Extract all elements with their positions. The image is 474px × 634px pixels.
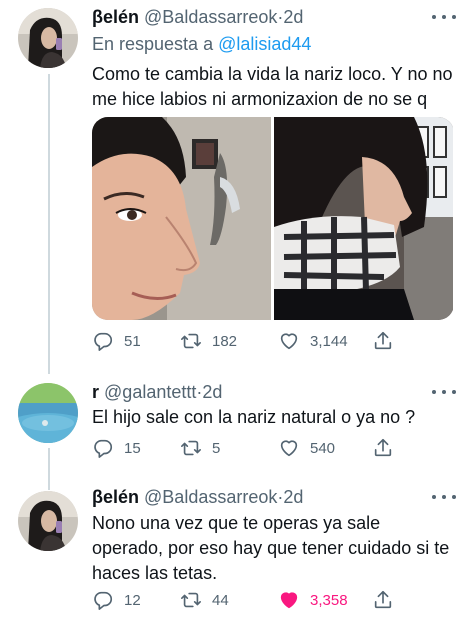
reply-context: En respuesta a @lalisiad44 (92, 33, 311, 55)
retweet-count: 5 (212, 439, 221, 457)
retweet-button[interactable]: 182 (180, 330, 237, 352)
retweet-button[interactable]: 5 (180, 437, 220, 459)
tweet-text: Como te cambia la vida la nariz loco. Y … (92, 62, 458, 112)
like-button[interactable]: 3,358 (278, 589, 348, 611)
reply-mention-link[interactable]: @lalisiad44 (218, 34, 311, 54)
user-handle[interactable]: @galantettt (104, 382, 196, 402)
heart-icon (280, 592, 298, 609)
share-button[interactable] (372, 330, 394, 352)
share-icon (374, 331, 392, 350)
photo-profile-left[interactable] (92, 117, 271, 320)
tweet-text-line: haces las tetas. (92, 563, 218, 583)
tweet-header: βelén @Baldassarreok·2d (92, 6, 434, 28)
more-icon[interactable] (432, 490, 456, 504)
tweet-text-line: operado, por eso hay que tener cuidado s… (92, 538, 450, 558)
tweet-media[interactable] (92, 117, 454, 320)
more-icon[interactable] (432, 10, 456, 24)
reply-button[interactable]: 12 (92, 589, 141, 611)
tweet-header: r @galantettt·2d (92, 381, 434, 403)
more-icon[interactable] (432, 385, 456, 399)
retweet-count: 44 (212, 591, 229, 609)
avatar[interactable] (18, 8, 78, 68)
retweet-icon (181, 592, 201, 608)
timestamp[interactable]: 2d (283, 487, 303, 507)
like-button[interactable]: 3,144 (278, 330, 348, 352)
reply-button[interactable]: 51 (92, 330, 141, 352)
like-count: 3,144 (310, 332, 348, 350)
reply-icon (94, 332, 113, 351)
retweet-icon (181, 440, 201, 456)
retweet-icon (181, 333, 201, 349)
tweet[interactable]: βelén @Baldassarreok·2d En respuesta a @… (0, 0, 474, 375)
share-icon (374, 438, 392, 457)
tweet-text-line: Como te cambia la vida la nariz loco. Y … (92, 64, 453, 84)
reply-count: 12 (124, 591, 141, 609)
tweet-text-line: me hice labios ni armonizaxion de no se … (92, 89, 428, 109)
retweet-count: 182 (212, 332, 238, 350)
tweet[interactable]: βelén @Baldassarreok·2d Nono una vez que… (0, 483, 474, 634)
share-icon (374, 590, 392, 609)
tweet[interactable]: r @galantettt·2d El hijo sale con la nar… (0, 375, 474, 483)
reply-count: 51 (124, 332, 141, 350)
tweet-header: βelén @Baldassarreok·2d (92, 486, 434, 508)
reply-count: 15 (124, 439, 141, 457)
display-name[interactable]: βelén (92, 487, 139, 507)
tweet-text-line: Nono una vez que te operas ya sale (92, 513, 381, 533)
tweet-text: El hijo sale con la nariz natural o ya n… (92, 405, 458, 430)
like-count: 3,358 (310, 591, 348, 609)
reply-icon (94, 439, 113, 458)
like-count: 540 (310, 439, 336, 457)
reply-icon (94, 591, 113, 610)
photo-profile-right[interactable] (274, 117, 453, 320)
tweet-actions: 12 44 3,358 (92, 589, 412, 613)
tweet-actions: 51 182 3,144 (92, 330, 412, 354)
display-name[interactable]: r (92, 382, 99, 402)
avatar[interactable] (18, 383, 78, 443)
heart-icon (280, 440, 298, 457)
like-button[interactable]: 540 (278, 437, 335, 459)
avatar[interactable] (18, 491, 78, 551)
share-button[interactable] (372, 589, 394, 611)
tweet-actions: 15 5 540 (92, 437, 412, 461)
reply-prefix: En respuesta a (92, 34, 214, 54)
user-handle[interactable]: @Baldassarreok (144, 487, 277, 507)
tweet-text-line: El hijo sale con la nariz natural o ya n… (92, 407, 416, 427)
timestamp[interactable]: 2d (283, 7, 303, 27)
share-button[interactable] (372, 437, 394, 459)
user-handle[interactable]: @Baldassarreok (144, 7, 277, 27)
tweet-text: Nono una vez que te operas ya sale opera… (92, 511, 458, 586)
display-name[interactable]: βelén (92, 7, 139, 27)
retweet-button[interactable]: 44 (180, 589, 229, 611)
reply-button[interactable]: 15 (92, 437, 141, 459)
heart-icon (280, 333, 298, 350)
timestamp[interactable]: 2d (202, 382, 222, 402)
